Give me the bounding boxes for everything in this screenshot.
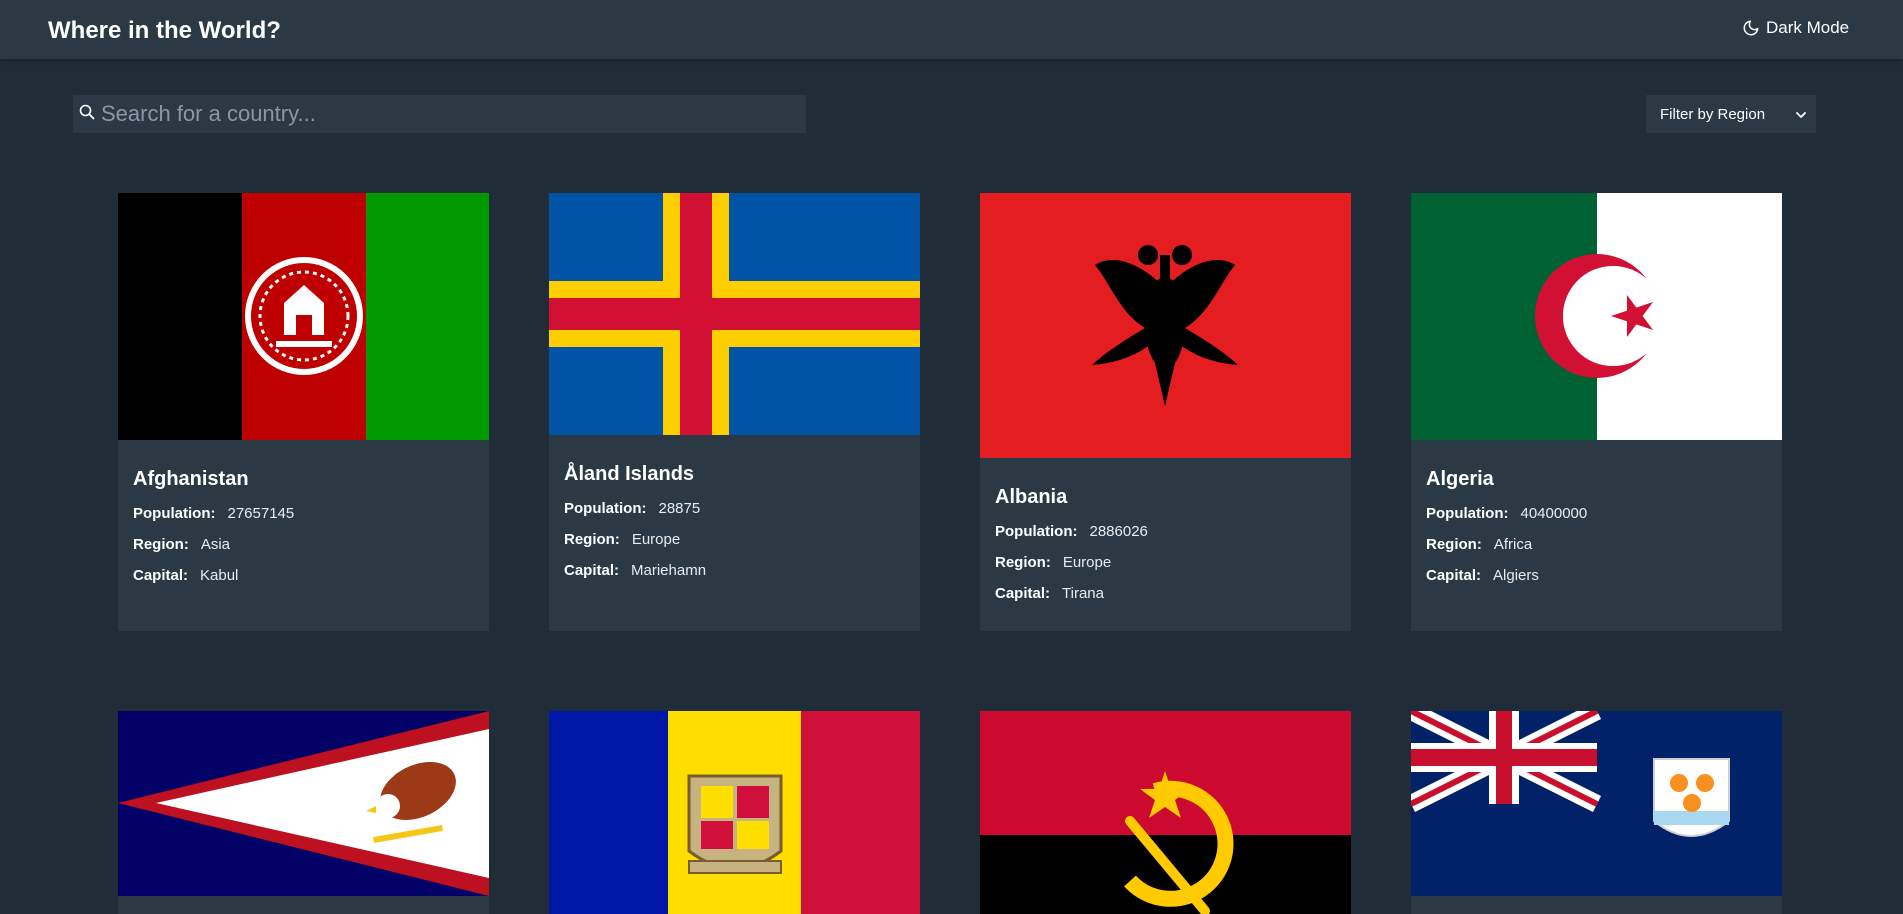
capital-value: Algiers	[1493, 567, 1539, 584]
capital-value: Tirana	[1062, 585, 1104, 602]
flag-andorra	[549, 711, 920, 914]
region-label: Region:	[1426, 536, 1482, 553]
country-name: Albania	[995, 486, 1068, 508]
population-value: 40400000	[1520, 505, 1588, 522]
app-title: Where in the World?	[48, 17, 281, 44]
flag-aland-islands	[549, 193, 920, 435]
capital-value: Kabul	[200, 567, 239, 584]
country-card-anguilla[interactable]	[1411, 711, 1782, 914]
region-value: Africa	[1493, 536, 1533, 553]
region-value: Europe	[631, 531, 681, 548]
country-card-algeria[interactable]: Algeria Population: 40400000 Region: Afric…	[1411, 193, 1782, 631]
search-box	[73, 95, 806, 133]
flag-anguilla	[1411, 711, 1782, 896]
population-label: Population:	[1426, 505, 1509, 522]
capital-label: Capital:	[564, 562, 620, 579]
country-card-albania[interactable]: Albania Population: 2886026 Region: Europe…	[980, 193, 1351, 631]
dark-mode-toggle[interactable]: Dark Mode	[1742, 18, 1849, 38]
population-value: 28875	[658, 500, 701, 517]
region-value: Asia	[200, 536, 231, 553]
region-filter-label: Filter by Region	[1660, 105, 1766, 123]
search-icon	[79, 104, 95, 125]
flag-albania	[980, 193, 1351, 458]
flag-algeria	[1411, 193, 1782, 440]
chevron-down-icon	[1796, 106, 1806, 123]
country-name: Afghanistan	[133, 468, 249, 490]
capital-value: Mariehamn	[631, 562, 707, 579]
capital-label: Capital:	[133, 567, 189, 584]
region-filter-select[interactable]: Filter by Region	[1646, 95, 1816, 133]
capital-label: Capital:	[1426, 567, 1482, 584]
dark-mode-label: Dark Mode	[1766, 18, 1850, 37]
country-card-angola[interactable]	[980, 711, 1351, 914]
population-label: Population:	[133, 505, 216, 522]
flag-afghanistan	[118, 193, 489, 440]
flag-angola	[980, 711, 1351, 914]
population-value: 2886026	[1089, 523, 1148, 540]
region-label: Region:	[995, 554, 1051, 571]
population-label: Population:	[995, 523, 1078, 540]
country-name: Åland Islands	[564, 463, 695, 485]
country-card-afghanistan[interactable]: Afghanistan Population: 27657145 Region: A…	[118, 193, 489, 631]
population-label: Population:	[564, 500, 647, 517]
flag-american-samoa	[118, 711, 489, 896]
capital-label: Capital:	[995, 585, 1051, 602]
app-header: Where in the World? Dark Mode	[0, 0, 1903, 59]
country-card-andorra[interactable]	[549, 711, 920, 914]
country-card-american-samoa[interactable]	[118, 711, 489, 914]
region-value: Europe	[1062, 554, 1112, 571]
region-label: Region:	[564, 531, 620, 548]
search-input[interactable]	[101, 95, 806, 133]
country-card-aland-islands[interactable]: Åland Islands Population: 28875 Region: Eu…	[549, 193, 920, 631]
region-label: Region:	[133, 536, 189, 553]
country-name: Algeria	[1426, 468, 1494, 490]
moon-icon	[1742, 19, 1760, 37]
population-value: 27657145	[227, 505, 295, 522]
